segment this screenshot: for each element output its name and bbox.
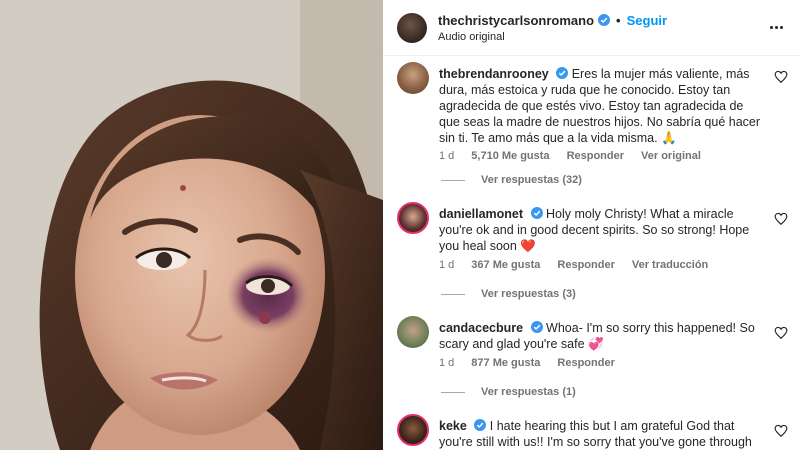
follow-button[interactable]: Seguir [627, 13, 667, 28]
video-frame[interactable] [0, 0, 383, 450]
audio-label[interactable]: Audio original [438, 31, 764, 43]
commenter-avatar[interactable] [397, 202, 429, 234]
comment-text: I hate hearing this but I am grateful Go… [439, 419, 752, 449]
comment-item: keke I hate hearing this but I am gratef… [397, 414, 788, 450]
comment-meta: 1 d 5,710 Me gusta Responder Ver origina… [439, 150, 701, 162]
divider [441, 391, 465, 393]
comment-body: candacecbure Whoa- I'm so sorry this hap… [439, 320, 762, 352]
heart-icon[interactable] [774, 212, 788, 226]
author-username[interactable]: thechristycarlsonromano [438, 13, 594, 28]
comment-body: daniellamonet Holy moly Christy! What a … [439, 206, 762, 254]
view-replies-button[interactable]: Ver respuestas (1) [441, 386, 576, 398]
verified-badge-icon [556, 67, 569, 79]
commenter-avatar[interactable] [397, 316, 429, 348]
reply-button[interactable]: Responder [557, 259, 614, 271]
commenter-avatar[interactable] [397, 62, 429, 94]
divider [441, 293, 465, 295]
comment-time: 1 d [439, 357, 455, 369]
separator-dot: • [616, 12, 621, 28]
verified-badge-icon [598, 14, 611, 26]
commenter-avatar[interactable] [397, 414, 429, 446]
view-replies-label: Ver respuestas (1) [481, 386, 576, 398]
commenter-username[interactable]: keke [439, 419, 467, 433]
reply-button[interactable]: Responder [567, 150, 624, 162]
author-avatar[interactable] [397, 12, 427, 43]
view-replies-label: Ver respuestas (32) [481, 174, 582, 186]
verified-badge-icon [474, 419, 487, 431]
comment-body: thebrendanrooney Eres la mujer más valie… [439, 66, 762, 146]
comment-meta: 1 d 367 Me gusta Responder Ver traducció… [439, 259, 708, 271]
verified-badge-icon [530, 321, 543, 333]
comment-likes[interactable]: 5,710 Me gusta [471, 150, 549, 162]
commenter-username[interactable]: thebrendanrooney [439, 67, 549, 81]
reply-button[interactable]: Responder [557, 357, 614, 369]
divider [441, 179, 465, 181]
video-image [0, 0, 383, 450]
post-header: thechristycarlsonromano • Seguir Audio o… [383, 0, 800, 56]
view-replies-label: Ver respuestas (3) [481, 288, 576, 300]
comment-item: candacecbure Whoa- I'm so sorry this hap… [397, 316, 788, 376]
view-original-button[interactable]: Ver original [641, 150, 701, 162]
post-panel: thechristycarlsonromano • Seguir Audio o… [383, 0, 800, 450]
comment-item: thebrendanrooney Eres la mujer más valie… [397, 62, 788, 172]
comment-body: keke I hate hearing this but I am gratef… [439, 418, 762, 450]
view-replies-button[interactable]: Ver respuestas (3) [441, 288, 576, 300]
view-replies-button[interactable]: Ver respuestas (32) [441, 174, 582, 186]
heart-icon[interactable] [774, 424, 788, 438]
heart-icon[interactable] [774, 70, 788, 84]
comment-time: 1 d [439, 259, 455, 271]
comment-likes[interactable]: 367 Me gusta [471, 259, 540, 271]
comments-list: thebrendanrooney Eres la mujer más valie… [383, 56, 800, 450]
verified-badge-icon [530, 207, 543, 219]
commenter-username[interactable]: daniellamonet [439, 207, 523, 221]
comment-item: daniellamonet Holy moly Christy! What a … [397, 202, 788, 277]
comment-time: 1 d [439, 150, 455, 162]
view-translation-button[interactable]: Ver traducción [632, 259, 708, 271]
more-options-icon[interactable] [764, 16, 788, 40]
commenter-username[interactable]: candacecbure [439, 321, 523, 335]
comment-meta: 1 d 877 Me gusta Responder [439, 357, 615, 369]
heart-icon[interactable] [774, 326, 788, 340]
comment-likes[interactable]: 877 Me gusta [471, 357, 540, 369]
